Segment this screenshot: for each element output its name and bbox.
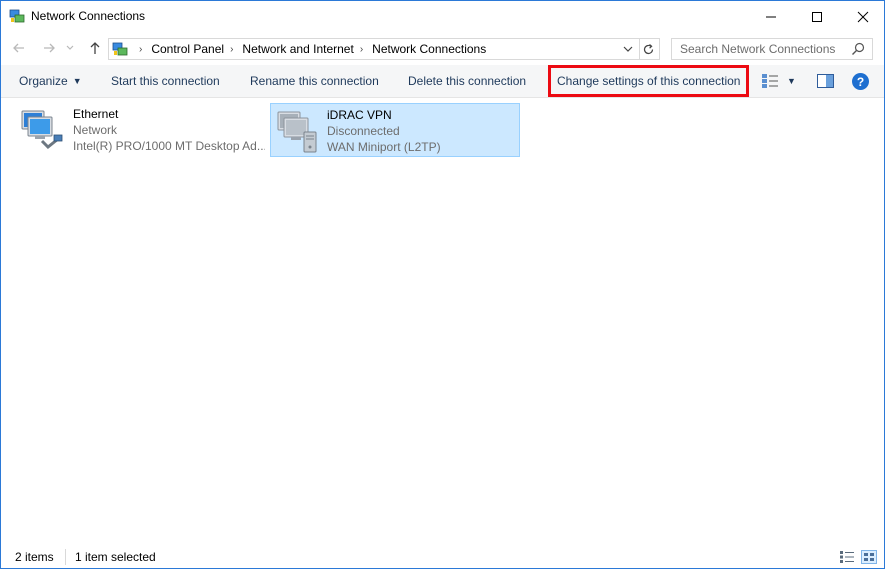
help-button[interactable]: ?	[852, 73, 869, 90]
change-settings-button[interactable]: Change settings of this connection	[557, 74, 740, 88]
vpn-adapter-icon	[274, 106, 322, 154]
recent-locations-button[interactable]	[63, 38, 77, 58]
selected-count: 1 item selected	[75, 550, 156, 564]
refresh-icon	[643, 43, 654, 54]
forward-button[interactable]	[39, 38, 59, 58]
arrow-left-icon	[13, 43, 24, 53]
tiles-view-button[interactable]	[861, 550, 877, 564]
caret-down-icon: ▼	[72, 76, 82, 86]
connections-list: Ethernet Network Intel(R) PRO/1000 MT De…	[1, 98, 884, 542]
connection-status: Disconnected	[327, 124, 400, 138]
status-bar: 2 items 1 item selected	[1, 546, 884, 568]
refresh-button[interactable]	[638, 38, 660, 60]
delete-connection-button[interactable]: Delete this connection	[408, 74, 526, 88]
network-connections-icon	[9, 8, 25, 24]
view-options-caret-icon[interactable]: ▼	[787, 76, 796, 86]
breadcrumb-control-panel[interactable]: Control Panel	[151, 42, 224, 56]
breadcrumb-separator-icon[interactable]: ›	[139, 44, 142, 55]
details-view-button[interactable]	[839, 550, 855, 564]
ethernet-adapter-icon	[18, 105, 66, 153]
title-bar[interactable]: Network Connections	[1, 1, 884, 32]
details-view-icon	[840, 551, 854, 563]
search-input[interactable]	[672, 39, 855, 59]
arrow-up-icon	[90, 42, 100, 54]
breadcrumb-network-and-internet[interactable]: Network and Internet	[242, 42, 353, 56]
status-divider	[65, 549, 66, 565]
connection-details: Ethernet Network Intel(R) PRO/1000 MT De…	[73, 106, 265, 154]
connection-status: Network	[73, 123, 118, 137]
address-history-button[interactable]	[619, 39, 637, 59]
window-title: Network Connections	[31, 9, 146, 23]
organize-label: Organize	[19, 74, 68, 88]
connection-details: iDRAC VPN Disconnected WAN Miniport (L2T…	[327, 107, 515, 155]
close-button[interactable]	[840, 1, 884, 32]
view-options-icon	[762, 74, 778, 88]
back-button[interactable]	[9, 38, 29, 58]
preview-pane-icon	[817, 74, 834, 88]
rename-connection-button[interactable]: Rename this connection	[250, 74, 379, 88]
item-count: 2 items	[15, 550, 54, 564]
arrow-right-icon	[44, 43, 55, 53]
maximize-button[interactable]	[794, 1, 840, 32]
search-icon[interactable]	[850, 41, 866, 57]
up-button[interactable]	[85, 38, 105, 58]
breadcrumb-network-connections[interactable]: Network Connections	[372, 42, 486, 56]
control-panel-icon	[112, 41, 128, 57]
navigation-bar: › Control Panel › Network and Internet ›…	[1, 32, 884, 64]
search-box[interactable]	[671, 38, 873, 60]
connection-device: WAN Miniport (L2TP)	[327, 140, 441, 154]
change-view-button[interactable]	[761, 73, 779, 89]
tiles-view-icon	[864, 553, 874, 561]
start-connection-button[interactable]: Start this connection	[111, 74, 220, 88]
chevron-down-icon	[623, 46, 633, 52]
connection-device: Intel(R) PRO/1000 MT Desktop Ad...	[73, 139, 265, 153]
organize-button[interactable]: Organize ▼	[19, 74, 82, 88]
network-connections-window: Network Connections › Control Panel › Ne…	[0, 0, 885, 569]
command-bar: Organize ▼ Start this connection Rename …	[1, 65, 884, 98]
preview-pane-button[interactable]	[817, 74, 834, 88]
minimize-button[interactable]	[748, 1, 794, 32]
minimize-icon	[766, 16, 776, 17]
chevron-down-icon	[66, 45, 74, 50]
connection-name: iDRAC VPN	[327, 108, 392, 122]
breadcrumb-separator-icon[interactable]: ›	[230, 44, 233, 55]
close-icon	[857, 11, 869, 22]
maximize-icon	[812, 11, 822, 22]
breadcrumb-separator-icon[interactable]: ›	[360, 44, 363, 55]
address-bar[interactable]: › Control Panel › Network and Internet ›…	[108, 38, 640, 60]
connection-item-idrac-vpn[interactable]: iDRAC VPN Disconnected WAN Miniport (L2T…	[270, 103, 520, 157]
breadcrumb: › Control Panel › Network and Internet ›…	[133, 42, 486, 56]
connection-name: Ethernet	[73, 107, 119, 121]
connection-item-ethernet[interactable]: Ethernet Network Intel(R) PRO/1000 MT De…	[15, 103, 265, 155]
